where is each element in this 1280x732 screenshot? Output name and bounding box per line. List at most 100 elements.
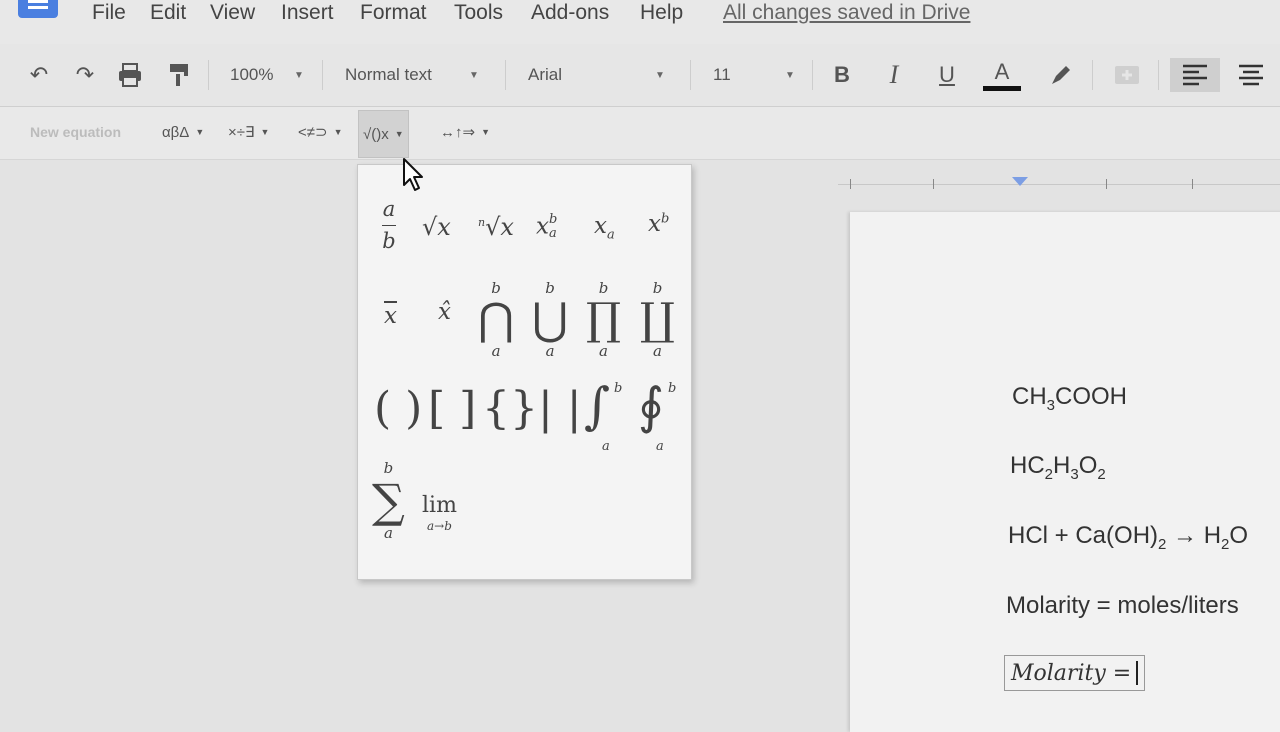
intersection-symbol[interactable]: b ⋂ a	[478, 281, 514, 359]
sqrt-var: x	[437, 213, 451, 241]
chevron-down-icon: ▼	[260, 127, 270, 137]
menu-edit[interactable]: Edit	[150, 1, 186, 25]
font-size-select[interactable]: 11 ▼	[713, 58, 798, 92]
ruler-mark	[850, 179, 851, 189]
mouse-pointer-icon	[403, 158, 423, 191]
doc-line-2: HC2H3O2	[1010, 452, 1106, 483]
equation-editor-box[interactable]: Molarity =	[1004, 655, 1146, 691]
highlight-pen-icon[interactable]	[1046, 58, 1076, 92]
frac-numerator: a	[382, 197, 396, 221]
intersection-glyph: ⋂	[478, 294, 515, 345]
align-center-button[interactable]	[1234, 58, 1268, 92]
docs-logo-icon[interactable]	[18, 0, 58, 18]
absolute-value-symbol[interactable]: | |	[538, 383, 582, 434]
redo-icon[interactable]: ↷	[70, 58, 100, 92]
nthroot-var: x	[500, 213, 514, 241]
align-left-button[interactable]	[1170, 58, 1220, 92]
toolbar-separator	[690, 60, 691, 90]
braces-symbol[interactable]: {}	[482, 383, 538, 434]
sub-superscript-symbol[interactable]: xba	[536, 212, 557, 242]
product-glyph: ∏	[586, 294, 622, 345]
limit-subscript: a→b	[427, 519, 452, 533]
font-select[interactable]: Arial ▼	[528, 58, 668, 92]
toolbar-separator	[322, 60, 323, 90]
horizontal-ruler[interactable]	[838, 172, 1280, 198]
math-operations-menu[interactable]: √()x ▼	[358, 110, 409, 158]
zoom-value: 100%	[230, 65, 274, 84]
coproduct-symbol[interactable]: b ∐ a	[640, 281, 675, 359]
integral-symbol[interactable]: ∫ b a	[584, 377, 622, 457]
underline-button[interactable]: U	[933, 58, 961, 92]
menu-addons[interactable]: Add-ons	[531, 1, 609, 25]
arrows-menu[interactable]: ↔↑⇒ ▼	[440, 119, 490, 145]
relations-menu[interactable]: <≠⊃ ▼	[298, 119, 342, 145]
chevron-down-icon: ▼	[195, 127, 205, 137]
style-value: Normal text	[345, 65, 432, 84]
hat-symbol[interactable]: x̂	[438, 299, 451, 325]
font-size-value: 11	[713, 65, 731, 84]
insert-link-icon[interactable]	[1112, 58, 1142, 92]
menu-file[interactable]: File	[92, 1, 126, 25]
nth-root-symbol[interactable]: n√x	[478, 213, 514, 241]
summation-symbol[interactable]: b ∑ a	[372, 461, 405, 541]
greek-letters-label: αβΔ	[162, 123, 190, 141]
frac-bar	[382, 225, 396, 226]
superscript-symbol[interactable]: xb	[648, 211, 669, 237]
lower-limit-label: a	[491, 342, 501, 360]
math-operations-dropdown: a b √x n√x xba xa xb x x̂ b ⋂ a b ⋃ a b …	[357, 164, 692, 580]
indent-marker-icon[interactable]	[1012, 177, 1028, 186]
misc-operations-label: ×÷∃	[228, 124, 255, 141]
chevron-down-icon: ▼	[333, 127, 343, 137]
paint-format-icon[interactable]	[164, 58, 194, 92]
toolbar-separator	[505, 60, 506, 90]
toolbar-separator	[1158, 60, 1159, 90]
style-select[interactable]: Normal text ▼	[345, 58, 485, 92]
misc-operations-menu[interactable]: ×÷∃ ▼	[228, 119, 269, 145]
text-cursor	[1136, 661, 1139, 685]
text-color-letter: A	[994, 59, 1010, 84]
doc-line-1: CH3COOH	[1012, 383, 1128, 414]
menu-tools[interactable]: Tools	[454, 1, 503, 25]
fraction-symbol[interactable]: a b	[382, 199, 396, 252]
italic-button[interactable]: I	[880, 58, 908, 92]
toolbar-separator	[1092, 60, 1093, 90]
arrows-label: ↔↑⇒	[440, 124, 476, 141]
formatting-toolbar: ↶ ↷ 100% ▼ Normal text ▼ Arial ▼ 11 ▼ B …	[0, 44, 1280, 107]
union-glyph: ⋃	[532, 294, 569, 345]
menu-help[interactable]: Help	[640, 1, 683, 25]
greek-letters-menu[interactable]: αβΔ ▼	[162, 119, 204, 145]
chevron-down-icon: ▼	[294, 69, 304, 81]
coproduct-glyph: ∐	[640, 294, 676, 345]
doc-line-3: HCl + Ca(OH)2 → H2O	[1008, 522, 1249, 553]
limit-symbol[interactable]: lim a→b	[422, 495, 457, 533]
contour-integral-symbol[interactable]: ∮ b a	[638, 377, 676, 457]
text-color-button[interactable]: A	[982, 58, 1022, 92]
chevron-down-icon: ▼	[481, 127, 490, 137]
bold-button[interactable]: B	[828, 58, 856, 92]
overline-symbol[interactable]: x	[384, 303, 397, 329]
save-status-link[interactable]: All changes saved in Drive	[723, 1, 970, 25]
product-symbol[interactable]: b ∏ a	[586, 281, 621, 359]
undo-icon[interactable]: ↶	[24, 58, 54, 92]
union-symbol[interactable]: b ⋃ a	[532, 281, 568, 359]
relations-label: <≠⊃	[298, 124, 328, 141]
new-equation-button[interactable]: New equation	[30, 119, 121, 145]
zoom-select[interactable]: 100% ▼	[230, 58, 310, 92]
menu-insert[interactable]: Insert	[281, 1, 334, 25]
chevron-down-icon: ▼	[469, 69, 479, 81]
lower-limit-label: a	[545, 342, 555, 360]
subscript-symbol[interactable]: xa	[594, 213, 615, 243]
print-icon[interactable]	[114, 58, 146, 92]
brackets-symbol[interactable]: [ ]	[428, 383, 476, 434]
lower-limit-label: a	[599, 342, 608, 360]
text-color-swatch	[983, 86, 1021, 91]
chevron-down-icon: ▼	[785, 69, 795, 81]
menu-view[interactable]: View	[210, 1, 255, 25]
summation-glyph: ∑	[372, 474, 405, 528]
parentheses-symbol[interactable]: ( )	[374, 383, 422, 434]
square-root-symbol[interactable]: √x	[422, 213, 451, 241]
menu-format[interactable]: Format	[360, 1, 427, 25]
chevron-down-icon: ▼	[655, 69, 665, 81]
equation-text: Molarity =	[1011, 660, 1132, 686]
math-operations-label: √()x	[363, 125, 389, 143]
